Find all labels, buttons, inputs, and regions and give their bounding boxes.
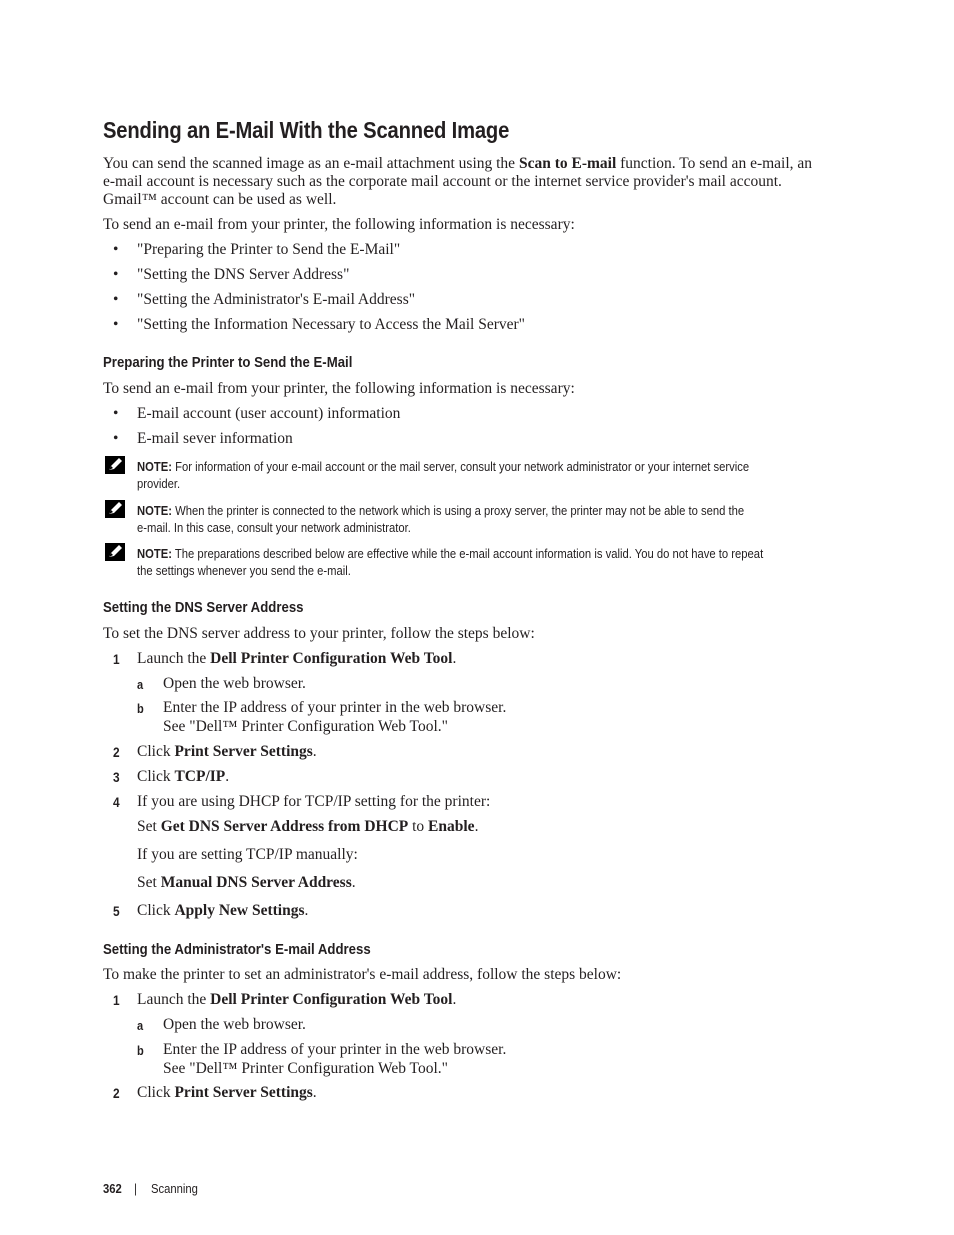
- step-2: Click Print Server Settings.: [137, 1084, 317, 1102]
- text: Click: [137, 902, 175, 919]
- text: Click: [137, 1084, 175, 1101]
- note-1-line-1: NOTE: For information of your e-mail acc…: [137, 460, 749, 474]
- step-4-dhcp: Set Get DNS Server Address from DHCP to …: [137, 818, 478, 836]
- bullet: •: [113, 241, 119, 258]
- section2-intro: To set the DNS server address to your pr…: [103, 625, 535, 642]
- text: .: [312, 1084, 317, 1101]
- substep-b-line-2: See "Dell™ Printer Configuration Web Too…: [163, 718, 448, 735]
- note-3-line-2: the settings whenever you send the e-mai…: [137, 564, 351, 578]
- step-2: Click Print Server Settings.: [137, 743, 317, 761]
- note-label: NOTE:: [137, 460, 173, 474]
- substep-a: Open the web browser.: [163, 675, 306, 692]
- substep-letter: a: [137, 1018, 144, 1033]
- text: Launch the: [137, 991, 211, 1008]
- text: Set: [137, 874, 161, 891]
- scan-to-email-term: Scan to E-mail: [518, 155, 617, 172]
- text: When the printer is connected to the net…: [172, 504, 745, 518]
- link-mail-server[interactable]: "Setting the Information Necessary to Ac…: [137, 316, 525, 334]
- link-preparing[interactable]: "Preparing the Printer to Send the E-Mai…: [137, 241, 400, 259]
- substep-letter: a: [137, 677, 144, 692]
- step-number: 2: [113, 1085, 120, 1101]
- intro-line-2: e-mail account is necessary such as the …: [103, 173, 782, 190]
- text: .: [304, 902, 309, 919]
- step-1: Launch the Dell Printer Configuration We…: [137, 650, 456, 668]
- text: .: [351, 874, 356, 891]
- step-number: 1: [113, 992, 120, 1008]
- text: Click: [137, 768, 175, 785]
- note-1-line-2: provider.: [137, 477, 181, 491]
- substep-b-line-2: See "Dell™ Printer Configuration Web Too…: [163, 1060, 448, 1077]
- note-pencil-icon: [105, 500, 125, 518]
- step-4-manual: If you are setting TCP/IP manually:: [137, 846, 358, 863]
- substep-b-line-1: Enter the IP address of your printer in …: [163, 699, 507, 716]
- step-1: Launch the Dell Printer Configuration We…: [137, 991, 456, 1009]
- text: Set: [137, 818, 161, 835]
- text: Click: [137, 743, 175, 760]
- step-4: If you are using DHCP for TCP/IP setting…: [137, 793, 491, 810]
- section3-intro: To make the printer to set an administra…: [103, 966, 622, 983]
- note-label: NOTE:: [137, 504, 173, 518]
- link-dns[interactable]: "Setting the DNS Server Address": [137, 266, 349, 284]
- info-needed: To send an e-mail from your printer, the…: [103, 216, 575, 233]
- bullet-text: E-mail account (user account) informatio…: [137, 405, 401, 422]
- step-number: 5: [113, 903, 120, 919]
- text: .: [225, 768, 230, 785]
- note-2-line-2: e-mail. In this case, consult your netwo…: [137, 521, 411, 535]
- bullet: •: [113, 405, 119, 422]
- intro-line-1: You can send the scanned image as an e-m…: [103, 155, 812, 173]
- section-heading-dns: Setting the DNS Server Address: [103, 599, 304, 616]
- text: .: [452, 991, 457, 1008]
- ui-term: TCP/IP: [174, 768, 226, 785]
- substep-a: Open the web browser.: [163, 1016, 306, 1033]
- substep-letter: b: [137, 1043, 144, 1058]
- note-3-line-1: NOTE: The preparations described below a…: [137, 547, 763, 561]
- step-4-manual-set: Set Manual DNS Server Address.: [137, 874, 356, 892]
- step-number: 1: [113, 651, 120, 667]
- ui-term: Apply New Settings: [174, 902, 305, 919]
- step-number: 4: [113, 794, 120, 810]
- step-number: 3: [113, 769, 120, 785]
- ui-term: Dell Printer Configuration Web Tool: [210, 650, 453, 667]
- note-label: NOTE:: [137, 547, 173, 561]
- bullet-text: E-mail sever information: [137, 430, 293, 447]
- ui-term: Print Server Settings: [174, 743, 313, 760]
- text: .: [474, 818, 479, 835]
- substep-b-line-1: Enter the IP address of your printer in …: [163, 1041, 507, 1058]
- bullet: •: [113, 430, 119, 447]
- text: The preparations described below are eff…: [172, 547, 764, 561]
- page-title: Sending an E-Mail With the Scanned Image: [103, 117, 510, 143]
- text: to: [408, 818, 429, 835]
- ui-term: Get DNS Server Address from DHCP: [160, 818, 409, 835]
- text: function. To send an e-mail, an: [616, 155, 813, 172]
- bullet: •: [113, 316, 119, 333]
- footer-separator: |: [134, 1182, 137, 1196]
- text: .: [312, 743, 317, 760]
- step-number: 2: [113, 744, 120, 760]
- ui-term: Print Server Settings: [174, 1084, 313, 1101]
- link-admin-email[interactable]: "Setting the Administrator's E-mail Addr…: [137, 291, 415, 309]
- bullet: •: [113, 291, 119, 308]
- chapter-name: Scanning: [151, 1182, 198, 1196]
- note-pencil-icon: [105, 543, 125, 561]
- text: .: [452, 650, 457, 667]
- section1-intro: To send an e-mail from your printer, the…: [103, 380, 575, 397]
- step-5: Click Apply New Settings.: [137, 902, 308, 920]
- text: Launch the: [137, 650, 211, 667]
- text: You can send the scanned image as an e-m…: [103, 155, 519, 172]
- section-heading-preparing: Preparing the Printer to Send the E-Mail: [103, 354, 353, 371]
- step-3: Click TCP/IP.: [137, 768, 229, 786]
- ui-term: Enable: [428, 818, 475, 835]
- text: For information of your e-mail account o…: [172, 460, 750, 474]
- note-2-line-1: NOTE: When the printer is connected to t…: [137, 504, 744, 518]
- ui-term: Dell Printer Configuration Web Tool: [210, 991, 453, 1008]
- substep-letter: b: [137, 701, 144, 716]
- bullet: •: [113, 266, 119, 283]
- page-number: 362: [103, 1182, 122, 1196]
- intro-line-3: Gmail™ account can be used as well.: [103, 191, 337, 208]
- ui-term: Manual DNS Server Address: [160, 874, 352, 891]
- note-pencil-icon: [105, 456, 125, 474]
- section-heading-admin: Setting the Administrator's E-mail Addre…: [103, 941, 371, 958]
